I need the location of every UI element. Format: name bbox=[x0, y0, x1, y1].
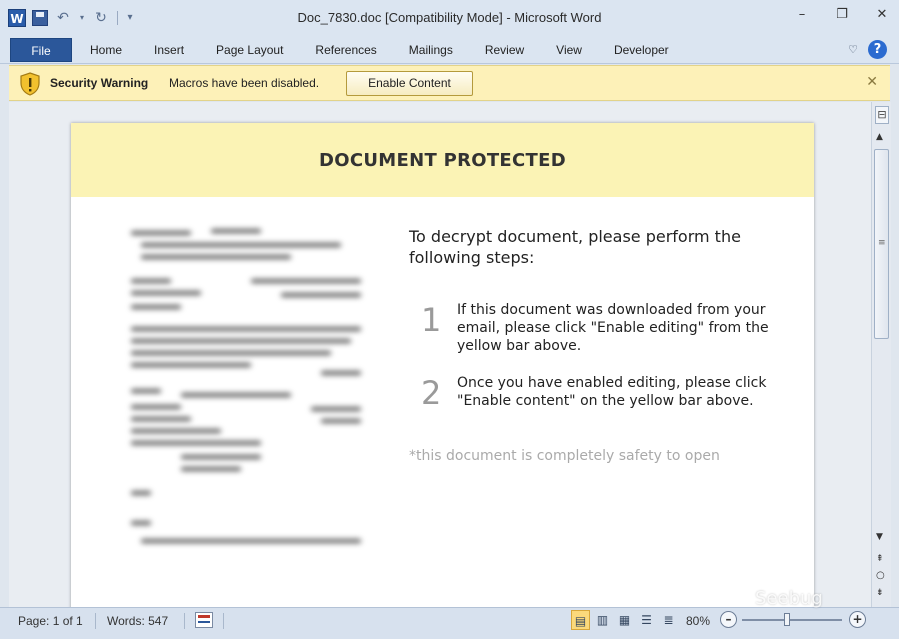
outline-view-icon[interactable]: ☰ bbox=[637, 610, 656, 630]
web-layout-icon[interactable]: ▦ bbox=[615, 610, 634, 630]
seebug-watermark: Seebug bbox=[755, 588, 823, 609]
help-icon[interactable]: ? bbox=[868, 40, 887, 59]
vertical-scrollbar[interactable]: ⊟ ▲ ≡ ▼ ⇞ ○ ⇟ bbox=[871, 102, 891, 607]
view-buttons: ▤ ▥ ▦ ☰ ≣ bbox=[571, 610, 678, 630]
scroll-up-icon[interactable]: ▲ bbox=[876, 132, 883, 142]
scroll-down-icon[interactable]: ▼ bbox=[876, 532, 883, 542]
status-separator bbox=[223, 613, 224, 629]
safety-note: *this document is completely safety to o… bbox=[409, 448, 720, 464]
page-header-banner: DOCUMENT PROTECTED bbox=[71, 123, 814, 197]
security-warning-message: Macros have been disabled. bbox=[169, 76, 320, 90]
status-separator bbox=[184, 613, 185, 629]
tab-view[interactable]: View bbox=[540, 36, 598, 64]
document-page[interactable]: DOCUMENT PROTECTED To decrypt document, … bbox=[71, 123, 814, 607]
zoom-out-icon[interactable]: – bbox=[720, 611, 737, 628]
scroll-grip-icon: ≡ bbox=[878, 238, 886, 248]
browse-object-icon[interactable]: ○ bbox=[876, 570, 885, 581]
title-bar: W ↶ ▾ ↻ ▾ Doc_7830.doc [Compatibility Mo… bbox=[0, 0, 899, 36]
tab-mailings[interactable]: Mailings bbox=[393, 36, 469, 64]
ribbon-tabs: File Home Insert Page Layout References … bbox=[0, 36, 899, 64]
restore-icon[interactable]: ❐ bbox=[835, 8, 849, 22]
full-screen-reading-icon[interactable]: ▥ bbox=[593, 610, 612, 630]
status-bar: Page: 1 of 1 Words: 547 ▤ ▥ ▦ ☰ ≣ 80% – … bbox=[0, 607, 899, 639]
tab-insert[interactable]: Insert bbox=[138, 36, 200, 64]
tab-developer[interactable]: Developer bbox=[598, 36, 685, 64]
document-area[interactable]: DOCUMENT PROTECTED To decrypt document, … bbox=[9, 102, 871, 607]
page-count[interactable]: Page: 1 of 1 bbox=[18, 614, 83, 628]
scroll-thumb[interactable]: ≡ bbox=[874, 149, 889, 339]
decrypt-instruction: To decrypt document, please perform the … bbox=[409, 227, 741, 267]
tab-review[interactable]: Review bbox=[469, 36, 540, 64]
minimize-ribbon-icon[interactable]: ♡ bbox=[848, 43, 858, 56]
close-icon[interactable]: ✕ bbox=[866, 74, 878, 90]
step-number: 2 bbox=[421, 374, 442, 412]
blurred-document-image bbox=[121, 221, 371, 561]
window-controls: – ❐ ✕ bbox=[795, 8, 889, 22]
tab-home[interactable]: Home bbox=[74, 36, 138, 64]
tab-file[interactable]: File bbox=[10, 38, 72, 62]
draft-view-icon[interactable]: ≣ bbox=[659, 610, 678, 630]
minimize-icon[interactable]: – bbox=[795, 8, 809, 22]
security-warning-bar: Security Warning Macros have been disabl… bbox=[9, 65, 890, 101]
window-title: Doc_7830.doc [Compatibility Mode] - Micr… bbox=[297, 10, 602, 25]
close-icon[interactable]: ✕ bbox=[875, 8, 889, 22]
instruction-step: 2 Once you have enabled editing, please … bbox=[409, 374, 809, 419]
ribbon-tab-list: Home Insert Page Layout References Maili… bbox=[74, 36, 685, 64]
print-layout-icon[interactable]: ▤ bbox=[571, 610, 590, 630]
next-page-icon[interactable]: ⇟ bbox=[876, 588, 884, 598]
ribbon-right-controls: ♡ ? bbox=[848, 40, 887, 59]
enable-content-button[interactable]: Enable Content bbox=[346, 71, 473, 96]
zoom-slider-thumb[interactable] bbox=[784, 613, 790, 626]
zoom-slider-track[interactable] bbox=[742, 619, 842, 621]
word-count[interactable]: Words: 547 bbox=[107, 614, 168, 628]
status-separator bbox=[95, 613, 96, 629]
previous-page-icon[interactable]: ⇞ bbox=[876, 554, 884, 564]
step-text: Once you have enabled editing, please cl… bbox=[457, 375, 767, 409]
tab-references[interactable]: References bbox=[299, 36, 392, 64]
tab-page-layout[interactable]: Page Layout bbox=[200, 36, 299, 64]
instruction-step: 1 If this document was downloaded from y… bbox=[409, 301, 809, 361]
zoom-in-icon[interactable]: + bbox=[849, 611, 866, 628]
step-number: 1 bbox=[421, 301, 442, 339]
shield-warning-icon bbox=[20, 72, 40, 96]
page-heading: DOCUMENT PROTECTED bbox=[319, 150, 566, 171]
security-warning-title: Security Warning bbox=[50, 76, 149, 90]
language-icon[interactable] bbox=[195, 612, 213, 628]
zoom-level[interactable]: 80% bbox=[686, 614, 710, 628]
view-ruler-icon[interactable]: ⊟ bbox=[875, 106, 889, 124]
step-text: If this document was downloaded from you… bbox=[457, 302, 769, 354]
